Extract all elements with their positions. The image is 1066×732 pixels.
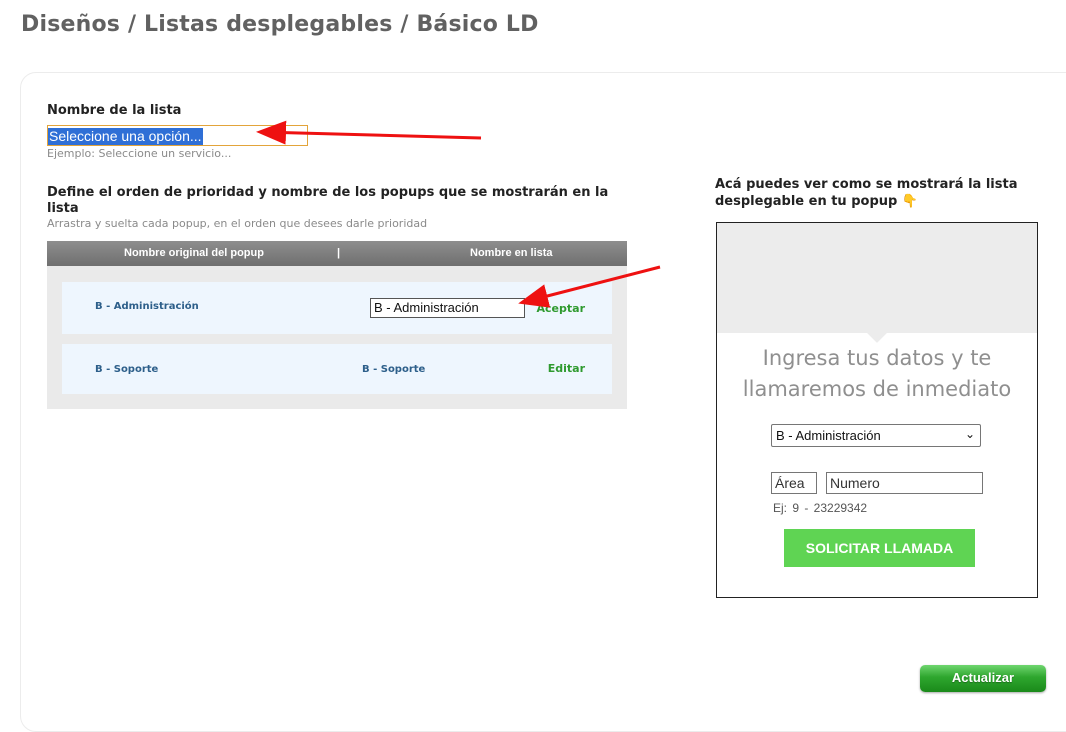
list-name-edit-input[interactable]: B - Administración [370,298,525,318]
list-name-value: Seleccione una opción... [48,128,203,145]
priority-subtitle: Arrastra y suelta cada popup, en el orde… [47,217,428,230]
chevron-down-icon: ⌄ [964,427,975,441]
header-original-name: Nombre original del popup [124,247,264,259]
phone-example: Ej: 9 - 23229342 [773,501,868,515]
update-button[interactable]: Actualizar [920,665,1046,692]
page-title: Diseños / Listas desplegables / Básico L… [21,12,539,37]
header-separator: | [337,247,341,259]
accept-button[interactable]: Aceptar [537,302,585,315]
preview-dropdown-value: B - Administración [776,428,881,443]
request-call-button[interactable]: SOLICITAR LLAMADA [784,529,975,567]
popup-original-name: B - Soporte [95,364,159,375]
area-code-input[interactable]: Área [771,472,817,494]
table-row[interactable]: B - Administración B - Administración Ac… [62,282,612,334]
priority-title: Define el orden de prioridad y nombre de… [47,185,609,216]
popup-priority-table: Nombre original del popup | Nombre en li… [47,241,627,409]
header-list-name: Nombre en lista [470,247,553,259]
list-name-input[interactable]: Seleccione una opción... [47,125,308,146]
preview-header-area [717,223,1037,333]
preview-dropdown[interactable]: B - Administración ⌄ [771,424,981,447]
table-row[interactable]: B - Soporte B - Soporte Editar [62,344,612,394]
popup-original-name: B - Administración [95,301,199,312]
popup-list-name: B - Soporte [362,364,426,375]
phone-number-input[interactable]: Numero [826,472,983,494]
table-header: Nombre original del popup | Nombre en li… [47,241,627,266]
list-name-label: Nombre de la lista [47,103,182,118]
preview-heading: Ingresa tus datos y te llamaremos de inm… [742,346,1012,401]
preview-title: Acá puedes ver como se mostrará la lista… [715,177,1018,209]
edit-button[interactable]: Editar [548,362,585,375]
list-name-hint: Ejemplo: Seleccione un servicio... [47,147,232,160]
popup-preview: Ingresa tus datos y te llamaremos de inm… [716,222,1038,598]
